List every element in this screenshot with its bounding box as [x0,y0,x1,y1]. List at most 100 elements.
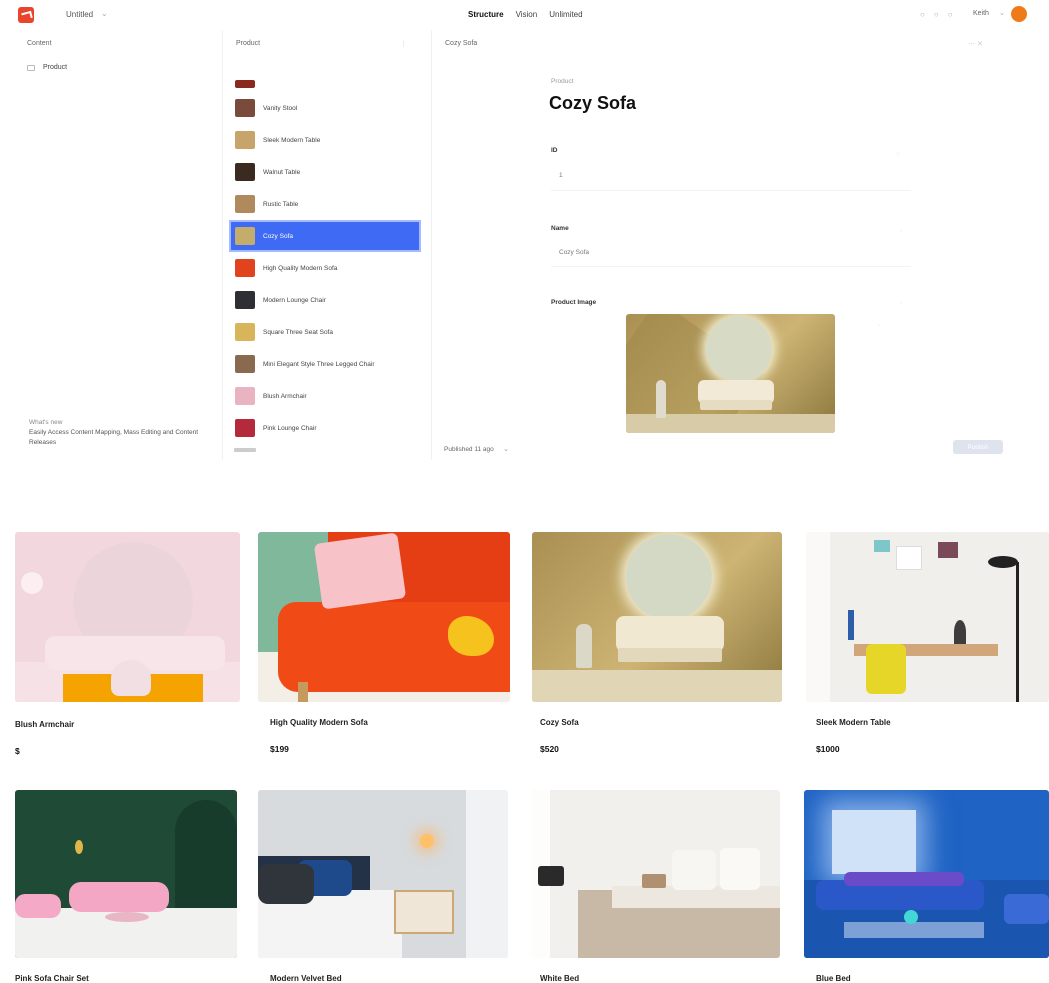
list-item-thumbnail [234,448,256,452]
document-list-item[interactable]: Walnut Table [231,158,419,186]
pagination-status: Published 11 ago [444,446,494,453]
user-name[interactable]: Keith [973,10,989,17]
product-image[interactable] [532,790,780,958]
screen: Untitled ⌄ Structure Vision Unlimited ○ … [0,0,1049,983]
document-list-item[interactable]: Rustic Table [231,190,419,218]
chevron-down-icon[interactable]: ⌄ [503,445,509,453]
document-thumbnail [235,387,255,405]
product-name[interactable]: Pink Sofa Chair Set [15,974,89,983]
product-name[interactable]: White Bed [540,974,579,983]
document-thumbnail [235,291,255,309]
product-name[interactable]: Sleek Modern Table [816,718,891,727]
field-input-name[interactable]: Cozy Sofa [559,249,589,256]
product-price: $ [15,746,20,756]
field-label-product-image: Product Image [551,299,597,306]
document-list-item[interactable]: Pink Lounge Chair [231,414,419,442]
chevron-down-icon[interactable]: ⌄ [101,9,108,18]
product-image[interactable] [804,790,1049,958]
document-list-label: Modern Lounge Chair [263,296,326,304]
whats-new-text: Easily Access Content Mapping, Mass Edit… [29,429,199,446]
image-menu-icon[interactable]: · [878,322,880,329]
project-name[interactable]: Untitled [66,10,93,19]
document-thumbnail [235,259,255,277]
document-thumbnail [235,227,255,245]
document-list-label: Rustic Table [263,200,299,208]
field-underline [551,266,911,267]
product-image-preview[interactable] [626,314,835,433]
product-image[interactable] [258,532,510,702]
field-value-id[interactable]: 1 [559,172,563,179]
pane-menu-icon[interactable]: ⋮ [400,40,407,54]
document-list-label: Mini Elegant Style Three Legged Chair [263,360,375,368]
whats-new-note[interactable]: What's new Easily Access Content Mapping… [29,418,209,448]
pane-actions-icon[interactable]: ⋯ ✕ [968,40,983,54]
product-price: $199 [270,744,289,754]
document-list-item[interactable]: Sleek Modern Table [231,126,419,154]
top-icons: ○ ○ ○ [920,10,953,19]
product-name[interactable]: Blush Armchair [15,720,74,729]
field-label-id: ID [551,147,558,154]
logo-icon[interactable] [18,7,34,23]
product-name[interactable]: Blue Bed [816,974,851,983]
pane-divider [222,30,223,460]
product-price: $520 [540,744,559,754]
nav-vision[interactable]: Vision [516,10,538,19]
breadcrumb: Product [551,78,574,85]
publish-button[interactable]: Publish [953,440,1003,454]
product-image[interactable] [532,532,782,702]
pane-header-product: Product [236,40,261,47]
product-name[interactable]: Modern Velvet Bed [270,974,342,983]
document-list-item[interactable]: Mini Elegant Style Three Legged Chair [231,350,419,378]
search-icon[interactable]: ○ [920,10,925,19]
product-image[interactable] [258,790,508,958]
product-name[interactable]: Cozy Sofa [540,718,579,727]
field-underline [551,190,911,191]
document-list-item[interactable]: High Quality Modern Sofa [231,254,419,282]
document-thumbnail [235,323,255,341]
document-list-label: Vanity Stool [263,104,298,112]
document-list-label: Cozy Sofa [263,232,293,240]
document-list-item[interactable]: Cozy Sofa [229,220,421,252]
document-list-item[interactable]: Modern Lounge Chair [231,286,419,314]
top-bar: Untitled ⌄ Structure Vision Unlimited ○ … [0,0,1049,30]
product-name[interactable]: High Quality Modern Sofa [270,718,368,727]
storefront: Blush Armchair $ High Quality Modern Sof… [0,470,1049,983]
pane-header-content: Content [27,40,52,47]
document-list-label: Sleek Modern Table [263,136,321,144]
cms-window: Untitled ⌄ Structure Vision Unlimited ○ … [0,0,1049,470]
field-aux-icon[interactable]: ◌ [896,151,900,158]
product-image[interactable] [15,532,240,702]
avatar[interactable] [1011,6,1027,22]
document-list-label: High Quality Modern Sofa [263,264,338,272]
product-image[interactable] [15,790,237,958]
user-chevron-icon[interactable]: ⌄ [999,9,1005,17]
whats-new-title: What's new [29,419,63,426]
nav-structure[interactable]: Structure [468,10,504,19]
product-image[interactable] [806,532,1049,702]
pane-divider [431,30,432,460]
help-icon[interactable]: ○ [934,10,939,19]
document-thumbnail [235,131,255,149]
document-list-item[interactable]: Square Three Seat Sofa [231,318,419,346]
document-list-item[interactable]: Blush Armchair [231,382,419,410]
nav-unlimited[interactable]: Unlimited [549,10,582,19]
document-list-label: Blush Armchair [263,392,307,400]
document-list-item[interactable]: Vanity Stool [231,94,419,122]
product-price: $1000 [816,744,840,754]
document-thumbnail [235,99,255,117]
pane-header-document: Cozy Sofa [445,40,478,47]
document-list-label: Walnut Table [263,168,301,176]
field-aux-icon[interactable]: · [900,228,902,235]
document-title: Cozy Sofa [549,93,637,113]
bell-icon[interactable]: ○ [948,10,953,19]
tree-item-product[interactable]: Product [27,64,67,71]
document-icon [27,64,35,71]
document-thumbnail [235,195,255,213]
list-item-thumbnail [235,80,255,88]
document-thumbnail [235,163,255,181]
tree-item-label: Product [43,64,68,71]
document-thumbnail [235,355,255,373]
field-label-name: Name [551,225,569,232]
field-aux-icon[interactable]: · [900,300,902,307]
main-nav: Structure Vision Unlimited [468,10,583,19]
